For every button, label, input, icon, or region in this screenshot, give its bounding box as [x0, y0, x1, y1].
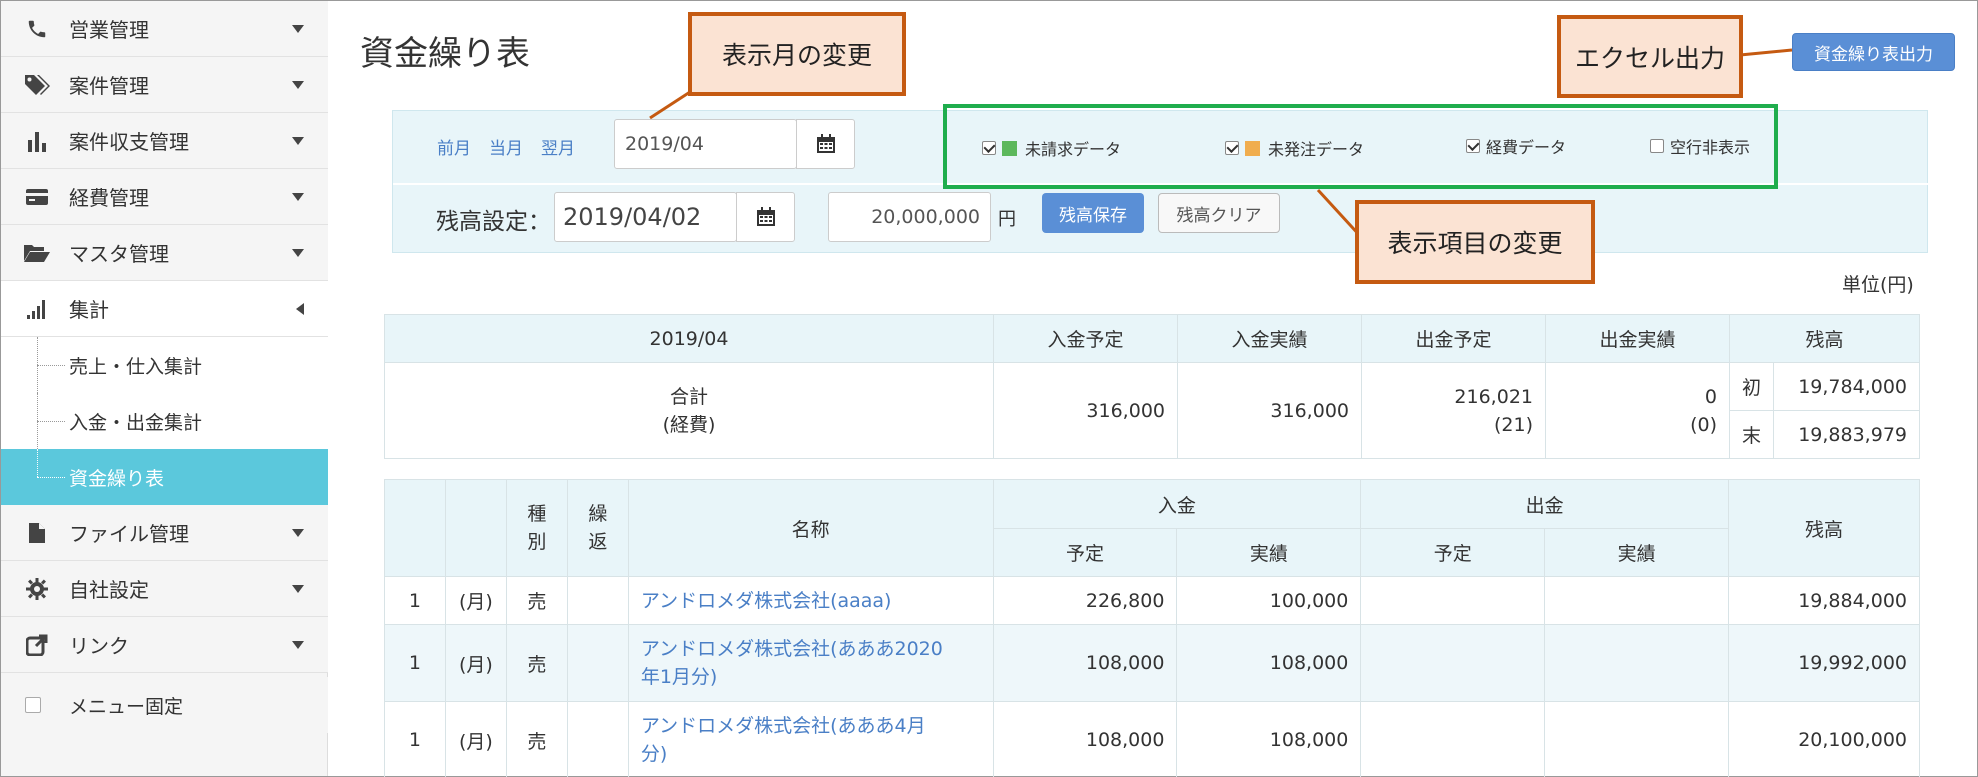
callout-display-items: 表示項目の変更	[1355, 200, 1595, 284]
callout-month-change: 表示月の変更	[688, 12, 906, 96]
callout-excel-output: エクセル出力	[1557, 15, 1743, 98]
callout-pointer-lines	[649, 48, 1793, 240]
